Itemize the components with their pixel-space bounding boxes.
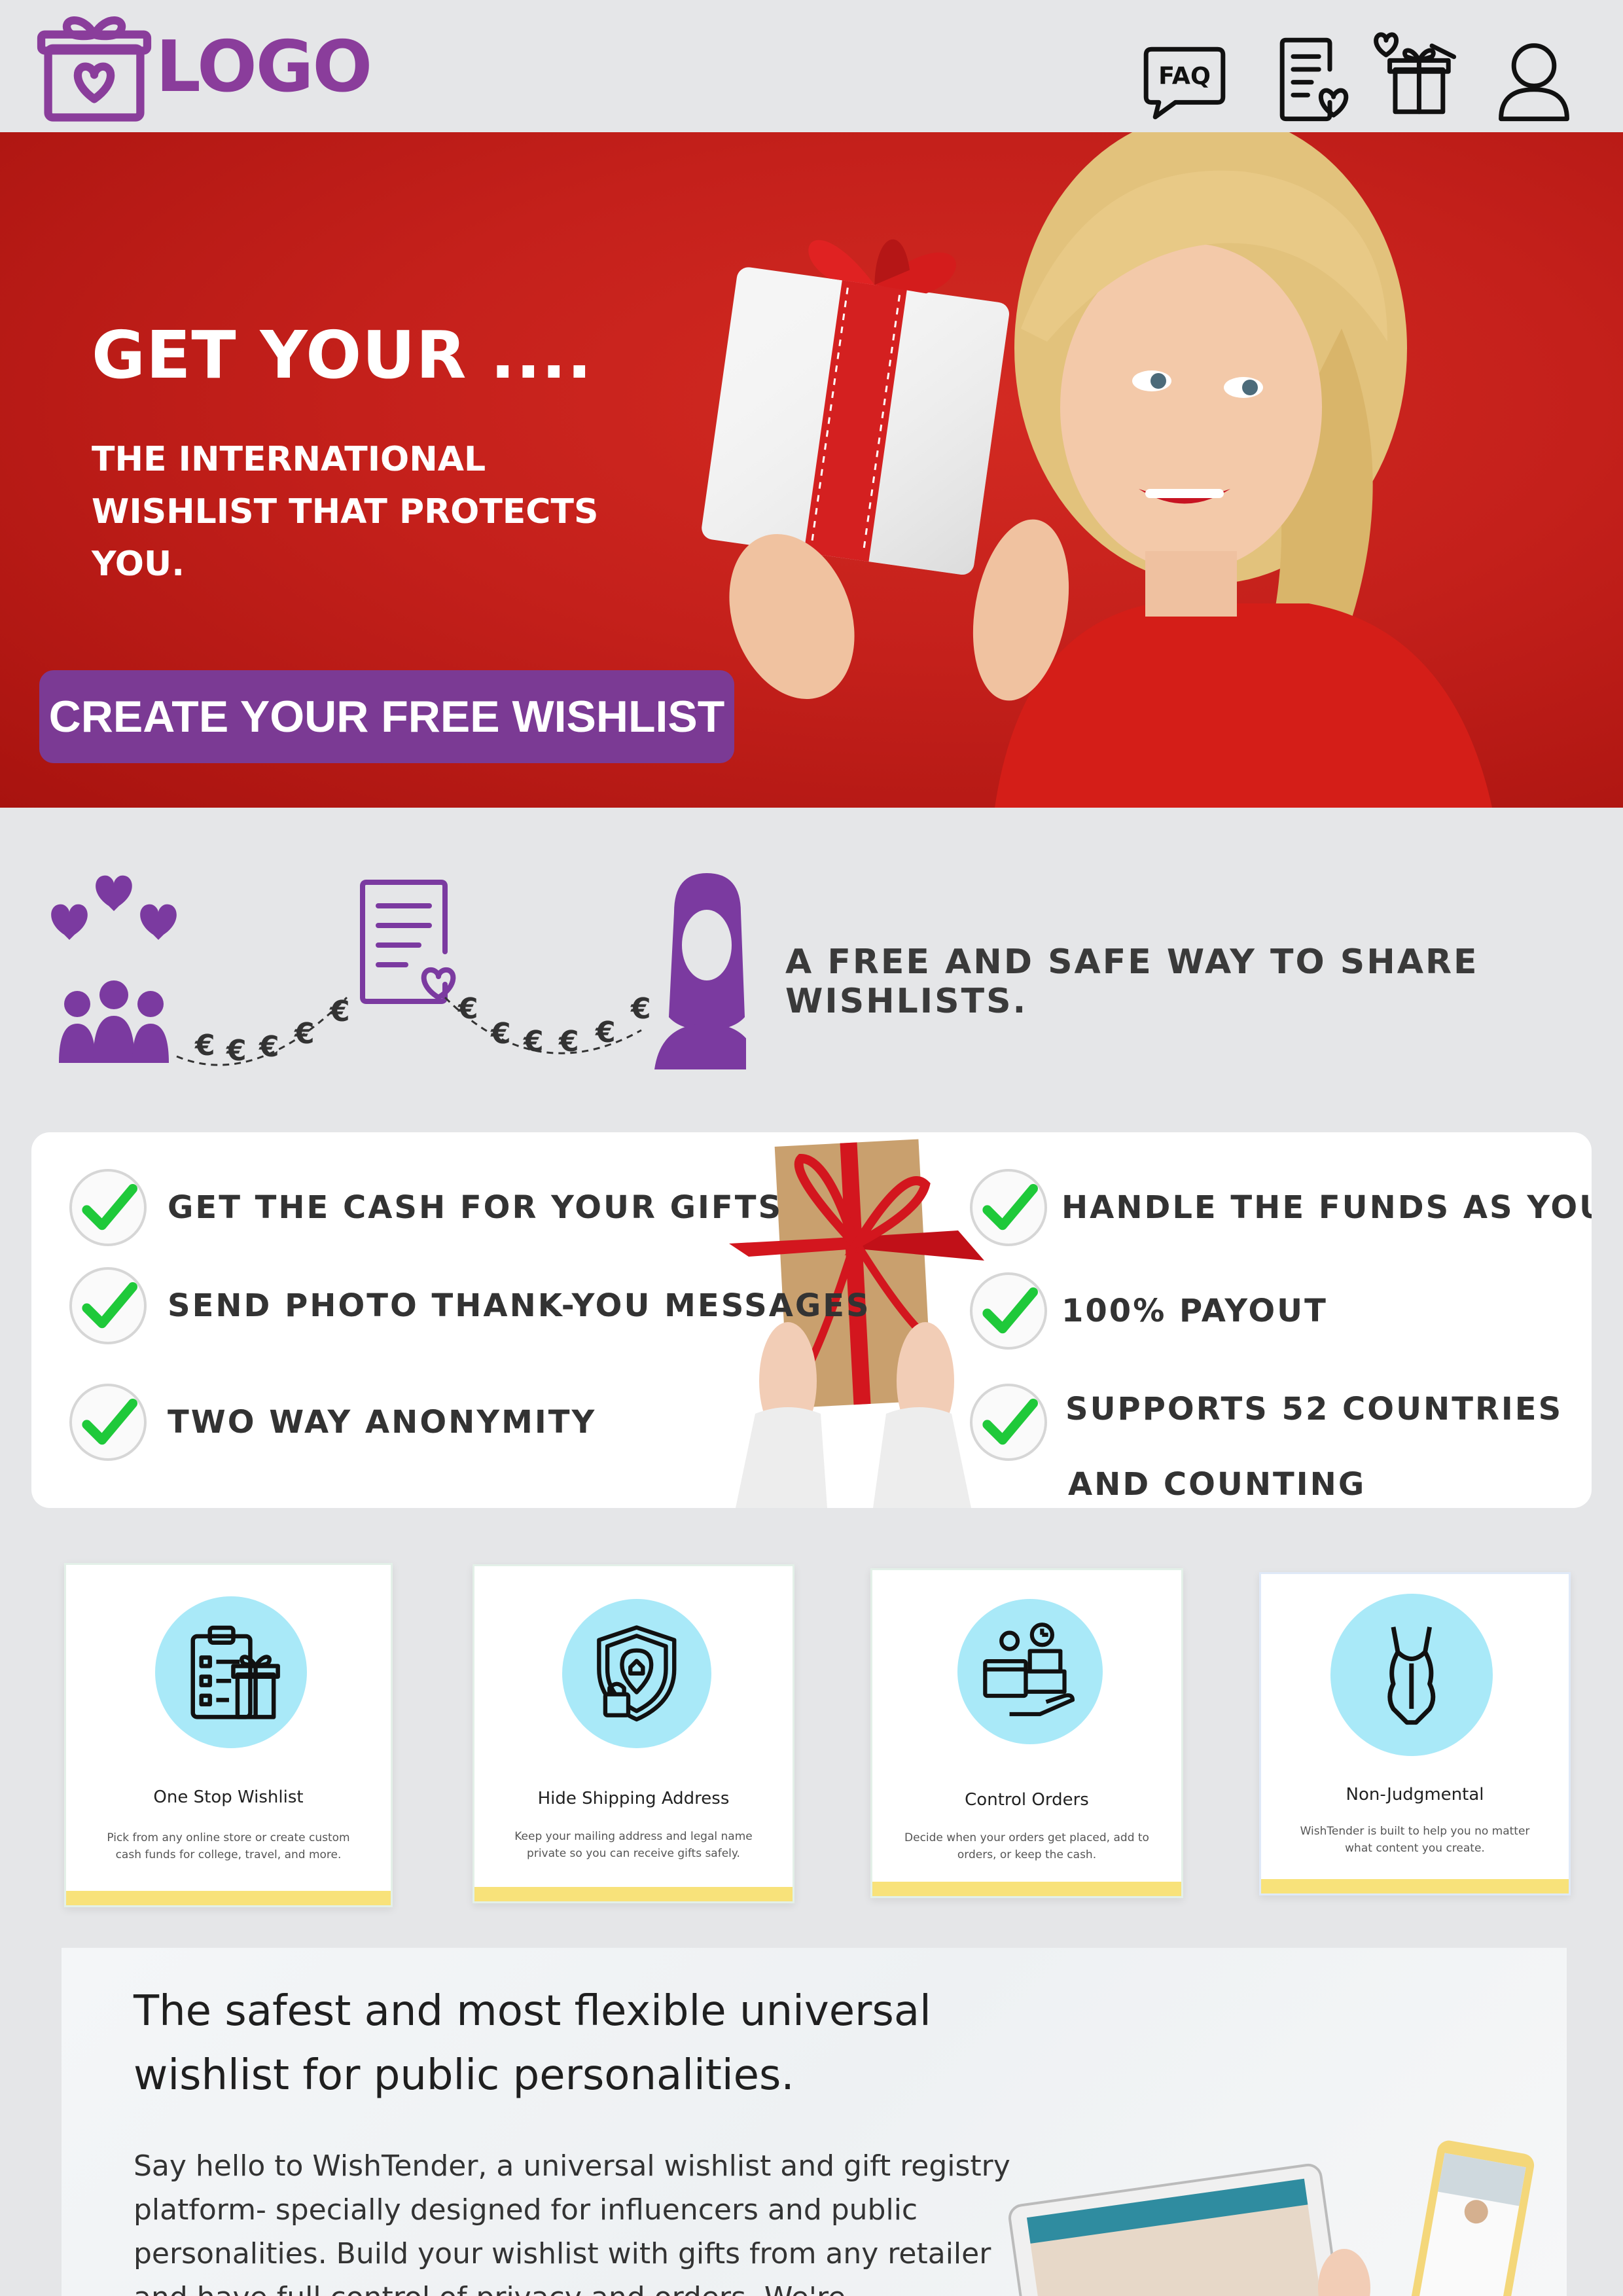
euro-symbol: € xyxy=(630,992,651,1026)
card-title: Control Orders xyxy=(965,1790,1089,1810)
checkmark-icon xyxy=(970,1272,1047,1350)
euro-symbol: € xyxy=(457,992,478,1026)
card-accent-bar xyxy=(474,1887,793,1901)
feature-anonymity: TWO WAY ANONYMITY xyxy=(69,1384,596,1461)
feature-card-one-stop[interactable]: One Stop Wishlist Pick from any online s… xyxy=(64,1563,393,1907)
euro-symbol: € xyxy=(294,1017,315,1050)
card-title: One Stop Wishlist xyxy=(153,1787,304,1807)
feature-cash: GET THE CASH FOR YOUR GIFTS xyxy=(69,1169,783,1246)
checkmark-icon xyxy=(69,1267,147,1344)
card-title: Hide Shipping Address xyxy=(537,1789,730,1808)
euro-symbol: € xyxy=(259,1030,279,1064)
clipboard-gift-icon xyxy=(190,1625,280,1719)
feature-label: HANDLE THE FUNDS AS YOU LIKE xyxy=(1061,1189,1592,1226)
feature-label: 100% PAYOUT xyxy=(1061,1293,1328,1329)
feature-card-non-judgmental[interactable]: Non-Judgmental WishTender is built to he… xyxy=(1259,1572,1571,1895)
faq-icon-label: FAQ xyxy=(1158,62,1211,90)
card-accent-bar xyxy=(872,1882,1181,1896)
how-it-works-section: € € € € € € € € € € € A FREE AND SAFE WA… xyxy=(0,808,1623,1135)
shield-lock-icon xyxy=(597,1625,677,1722)
feature-funds: HANDLE THE FUNDS AS YOU LIKE xyxy=(970,1169,1592,1246)
checkmark-icon xyxy=(69,1169,147,1246)
card-title: Non-Judgmental xyxy=(1346,1785,1484,1804)
gifts-nav-button[interactable] xyxy=(1368,27,1459,119)
feature-card-hide-address[interactable]: Hide Shipping Address Keep your mailing … xyxy=(473,1564,794,1903)
wishlist-icon xyxy=(1279,37,1349,122)
euro-symbol: € xyxy=(523,1025,544,1058)
about-section: The safest and most flexible universal w… xyxy=(62,1948,1567,2296)
euro-symbol: € xyxy=(595,1016,616,1049)
feature-label: SEND PHOTO THANK-YOU MESSAGES xyxy=(168,1287,871,1324)
checkmark-icon xyxy=(970,1169,1047,1246)
feature-countries: SUPPORTS 52 COUNTRIES xyxy=(970,1384,1563,1461)
site-header: LOGO FAQ xyxy=(0,0,1623,132)
euro-symbol: € xyxy=(490,1017,511,1050)
logo-text: LOGO xyxy=(156,26,372,108)
gifts-icon xyxy=(1374,32,1457,115)
feature-payout: 100% PAYOUT xyxy=(970,1272,1328,1350)
fans-to-creator-flow-illustration: € € € € € € € € € € € xyxy=(51,873,746,1069)
card-accent-bar xyxy=(66,1891,391,1905)
card-description: Keep your mailing address and legal name… xyxy=(514,1830,753,1860)
euro-symbol: € xyxy=(194,1029,215,1062)
card-accent-bar xyxy=(1261,1879,1569,1893)
feature-label: TWO WAY ANONYMITY xyxy=(168,1404,597,1441)
account-nav-button[interactable] xyxy=(1488,33,1580,124)
logo[interactable]: LOGO xyxy=(37,9,372,124)
euro-symbol: € xyxy=(226,1034,247,1067)
card-icon-circle xyxy=(1330,1594,1493,1756)
card-description: Pick from any online store or create cus… xyxy=(107,1831,350,1861)
feature-label-continued: AND COUNTING xyxy=(1068,1466,1366,1503)
hero-subtitle: THE INTERNATIONAL WISHLIST THAT PROTECTS… xyxy=(92,440,599,584)
gift-logo-icon xyxy=(37,16,152,122)
tagline: A FREE AND SAFE WAY TO SHARE WISHLISTS. xyxy=(785,942,1479,1021)
card-description: WishTender is built to help you no matte… xyxy=(1300,1825,1530,1855)
feature-card-control-orders[interactable]: Control Orders Decide when your orders g… xyxy=(870,1568,1183,1898)
euro-symbol: € xyxy=(329,995,350,1028)
card-icon-circle xyxy=(155,1596,307,1748)
checkmark-icon xyxy=(970,1384,1047,1461)
user-icon xyxy=(1499,43,1569,122)
hero-banner: GET YOUR .... THE INTERNATIONAL WISHLIST… xyxy=(0,132,1623,808)
about-heading: The safest and most flexible universal w… xyxy=(134,1987,931,2100)
features-card: GET THE CASH FOR YOUR GIFTS SEND PHOTO T… xyxy=(31,1132,1592,1508)
euro-symbol: € xyxy=(558,1025,579,1058)
lingerie-icon xyxy=(1387,1626,1436,1725)
checkmark-icon xyxy=(69,1384,147,1461)
faq-icon: FAQ xyxy=(1143,46,1226,120)
about-body: Say hello to WishTender, a universal wis… xyxy=(134,2149,1010,2296)
feature-thank-you: SEND PHOTO THANK-YOU MESSAGES xyxy=(69,1267,871,1344)
card-icon-circle xyxy=(562,1599,711,1748)
feature-label: GET THE CASH FOR YOUR GIFTS xyxy=(168,1189,783,1226)
card-icon-circle xyxy=(957,1599,1103,1744)
wishlist-nav-button[interactable] xyxy=(1266,33,1357,124)
hero-title: GET YOUR .... xyxy=(92,317,593,393)
create-wishlist-button[interactable]: CREATE YOUR FREE WISHLIST xyxy=(39,670,734,763)
hero-woman-with-gift-image xyxy=(702,132,1492,808)
feature-label: SUPPORTS 52 COUNTRIES xyxy=(1065,1391,1563,1427)
orders-control-icon xyxy=(983,1623,1075,1717)
devices-preview-image xyxy=(1008,2140,1535,2296)
card-description: Decide when your orders get placed, add … xyxy=(904,1831,1149,1861)
faq-nav-button[interactable]: FAQ xyxy=(1139,33,1230,124)
